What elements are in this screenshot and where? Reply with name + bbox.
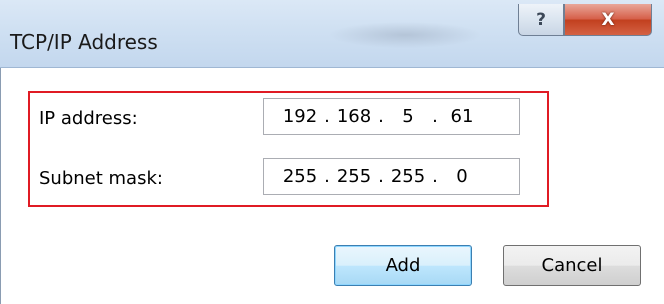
- ip-separator: .: [432, 106, 438, 127]
- subnet-mask-field[interactable]: 255 . 255 . 255 . 0: [263, 158, 520, 195]
- mask-separator: .: [378, 166, 384, 187]
- title-bar-blur: [330, 22, 480, 48]
- ip-separator: .: [324, 106, 330, 127]
- mask-separator: .: [432, 166, 438, 187]
- close-button[interactable]: X: [564, 4, 652, 36]
- dialog-body: IP address: 192 . 168 . 5 . 61 Subnet ma…: [0, 68, 664, 304]
- mask-octet-2[interactable]: 255: [335, 166, 373, 187]
- help-button[interactable]: ?: [518, 4, 564, 36]
- help-icon: ?: [536, 9, 546, 30]
- ip-octet-4[interactable]: 61: [443, 106, 481, 127]
- ip-octet-2[interactable]: 168: [335, 106, 373, 127]
- close-icon: X: [601, 9, 615, 30]
- mask-octet-3[interactable]: 255: [389, 166, 427, 187]
- cancel-button[interactable]: Cancel: [503, 245, 641, 286]
- mask-separator: .: [324, 166, 330, 187]
- mask-octet-1[interactable]: 255: [281, 166, 319, 187]
- mask-octet-4[interactable]: 0: [443, 166, 481, 187]
- dialog-title: TCP/IP Address: [10, 30, 158, 54]
- ip-octet-1[interactable]: 192: [281, 106, 319, 127]
- ip-address-field[interactable]: 192 . 168 . 5 . 61: [263, 98, 520, 135]
- title-bar[interactable]: TCP/IP Address ? X: [0, 0, 664, 68]
- subnet-mask-label: Subnet mask:: [39, 168, 163, 189]
- address-group-highlight: IP address: 192 . 168 . 5 . 61 Subnet ma…: [28, 91, 549, 207]
- ip-address-label: IP address:: [39, 108, 138, 129]
- ip-octet-3[interactable]: 5: [389, 106, 427, 127]
- ip-separator: .: [378, 106, 384, 127]
- tcpip-address-dialog: TCP/IP Address ? X IP address: 192 . 168…: [0, 0, 664, 304]
- add-button[interactable]: Add: [334, 245, 472, 286]
